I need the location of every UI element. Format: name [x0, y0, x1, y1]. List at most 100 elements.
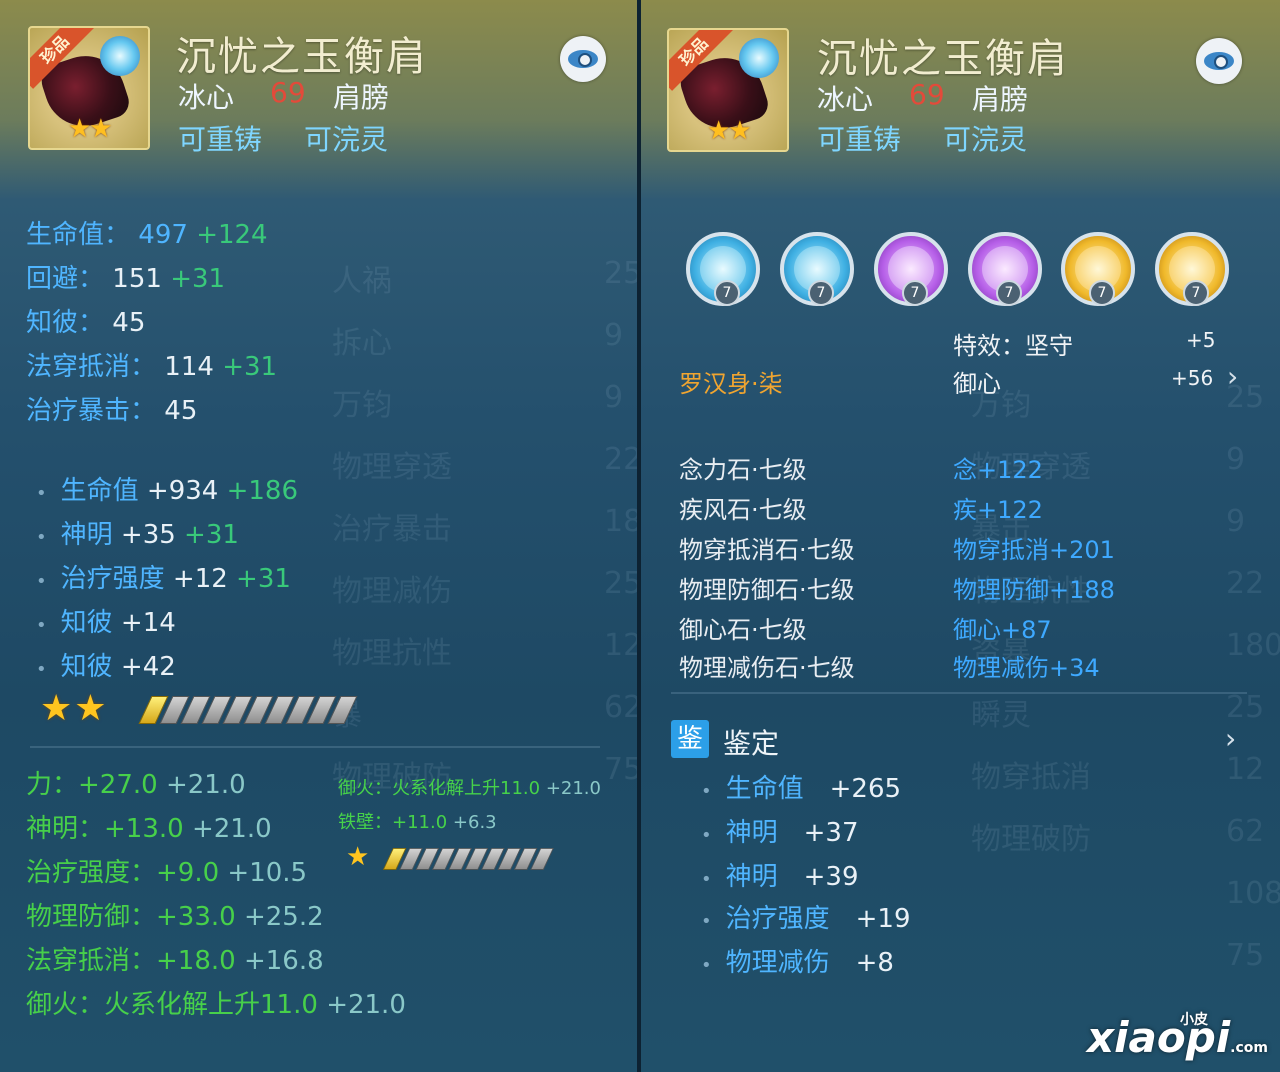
- ghost-text: 瞬灵: [971, 698, 1031, 733]
- overlay-stat-row: 铁壁：+11.0 +6.3: [338, 812, 497, 833]
- tag-recast: 可重铸: [817, 123, 902, 156]
- identify-stat-row: • 神明 +39: [701, 862, 859, 892]
- green-stat-row: 治疗强度：+9.0 +10.5: [26, 858, 308, 888]
- chevron-right-icon[interactable]: ›: [1227, 360, 1238, 393]
- gem-socket[interactable]: 7: [874, 232, 948, 306]
- item-name: 沉忧之玉衡肩: [176, 34, 428, 80]
- gem-socket[interactable]: 7: [968, 232, 1042, 306]
- overlay-stat-row: 御火：火系化解上升11.0 +21.0: [338, 778, 601, 799]
- base-stat-row: 回避： 151 +31: [26, 264, 226, 294]
- stone-effect: 物穿抵消+201: [953, 536, 1115, 564]
- star-icon: ★★: [68, 114, 113, 144]
- stone-name: 物穿抵消石·七级: [679, 536, 855, 564]
- green-stat-row: 神明：+13.0 +21.0: [26, 814, 272, 844]
- ghost-number: 9: [604, 318, 624, 353]
- preview-eye-icon[interactable]: [560, 36, 606, 82]
- ghost-text: 物理穿透: [332, 450, 452, 485]
- green-stat-row: 御火：火系化解上升11.0 +21.0: [26, 990, 406, 1020]
- enhance-stars: ★★: [40, 688, 109, 729]
- effect-label: 特效：坚守: [953, 332, 1073, 360]
- ghost-number: 25: [604, 566, 637, 601]
- ghost-number: 9: [1226, 504, 1246, 539]
- ghost-number: 22: [604, 442, 637, 477]
- overlay-enhance-stars: ★: [346, 842, 370, 872]
- green-stat-row: 力：+27.0 +21.0: [26, 770, 246, 800]
- item-level: 69: [909, 78, 945, 111]
- ghost-number: 12: [604, 628, 637, 663]
- gem-socket[interactable]: 7: [780, 232, 854, 306]
- ghost-number: 9: [1226, 442, 1246, 477]
- effect-value: +5: [1186, 328, 1216, 352]
- green-stat-row: 法穿抵消：+18.0 +16.8: [26, 946, 324, 976]
- base-stat-row: 法穿抵消： 114 +31: [26, 352, 278, 382]
- stone-name: 念力石·七级: [679, 456, 807, 484]
- base-stat-row: 治疗暴击： 45: [26, 396, 198, 426]
- base-stat-row: 生命值： 497 +124: [26, 220, 268, 250]
- ghost-number: 108: [1226, 876, 1280, 911]
- identify-badge: 鉴: [671, 720, 709, 758]
- extra-stat-row: • 知彼 +42: [36, 652, 176, 682]
- ghost-text: 物理破防: [971, 822, 1091, 857]
- extra-stat-row: • 神明 +35 +31: [36, 520, 239, 550]
- overlay-enhance-progress-bar: [382, 848, 554, 870]
- star-icon: ★★: [707, 116, 752, 146]
- ghost-text: 治疗暴击: [332, 512, 452, 547]
- stone-name: 物理防御石·七级: [679, 576, 855, 604]
- ghost-text: 物理减伤: [332, 574, 452, 609]
- identify-stat-row: • 物理减伤 +8: [701, 948, 894, 978]
- extra-stat-row: • 治疗强度 +12 +31: [36, 564, 291, 594]
- effect-value: +56: [1171, 366, 1214, 390]
- tag-infuse: 可浣灵: [943, 123, 1028, 156]
- gem-socket[interactable]: 7: [1155, 232, 1229, 306]
- green-stat-row: 物理防御：+33.0 +25.2: [26, 902, 324, 932]
- stone-effect: 物理防御+188: [953, 576, 1115, 604]
- stone-name: 疾风石·七级: [679, 496, 807, 524]
- base-stat-row: 知彼： 45: [26, 308, 146, 338]
- divider: [671, 692, 1247, 694]
- gem-socket[interactable]: 7: [686, 232, 760, 306]
- stone-effect: 疾+122: [953, 496, 1043, 524]
- ghost-text: 万钧: [332, 388, 392, 423]
- stone-effect: 念+122: [953, 456, 1043, 484]
- stone-name: 物理减伤石·七级: [679, 654, 855, 682]
- ghost-number: 75: [604, 752, 637, 787]
- preview-eye-icon[interactable]: [1196, 38, 1242, 84]
- ghost-text: 人祸: [332, 264, 392, 299]
- divider: [30, 746, 600, 748]
- item-tooltip-right: 万钧 物理穿透 暴击 物理抗性 资暴 瞬灵 物穿抵消 物理破防 25 9 9 22 180 25 12 62 1…: [641, 0, 1280, 1072]
- extra-stat-row: • 知彼 +14: [36, 608, 176, 638]
- ghost-number: 9: [604, 380, 624, 415]
- gem-socket[interactable]: 7: [1061, 232, 1135, 306]
- tag-recast: 可重铸: [178, 123, 263, 156]
- ghost-number: 75: [1226, 938, 1265, 973]
- stone-name: 御心石·七级: [679, 616, 807, 644]
- ghost-number: 25: [1226, 690, 1265, 725]
- identify-stat-row: • 神明 +37: [701, 818, 859, 848]
- tag-infuse: 可浣灵: [304, 123, 389, 156]
- ghost-text: 拆心: [332, 326, 392, 361]
- set-name: 罗汉身·柒: [679, 370, 783, 398]
- ghost-number: 12: [1226, 752, 1265, 787]
- identify-stat-row: • 生命值 +265: [701, 774, 902, 804]
- ghost-number: 62: [1226, 814, 1265, 849]
- item-slot: 肩膀: [333, 81, 390, 114]
- item-school: 冰心: [817, 83, 874, 116]
- ghost-text: 物理抗性: [332, 636, 452, 671]
- chevron-right-icon[interactable]: ›: [1225, 722, 1236, 755]
- identify-title: 鉴定: [723, 727, 780, 760]
- jade-orb-icon: [100, 36, 140, 76]
- ghost-text: 物穿抵消: [971, 760, 1091, 795]
- extra-stat-row: • 生命值 +934 +186: [36, 476, 299, 506]
- item-level: 69: [270, 76, 306, 109]
- item-slot: 肩膀: [972, 83, 1029, 116]
- item-icon: 珍品 ★★: [28, 26, 150, 150]
- item-school: 冰心: [178, 81, 235, 114]
- enhance-progress-bar: [138, 696, 358, 724]
- ghost-number: 180: [604, 504, 637, 539]
- ghost-number: 22: [1226, 566, 1265, 601]
- stone-effect: 御心+87: [953, 616, 1052, 644]
- site-watermark: 小皮 xiaopi.com: [1087, 1012, 1268, 1062]
- jade-orb-icon: [739, 38, 779, 78]
- identify-stat-row: • 治疗强度 +19: [701, 904, 911, 934]
- ghost-number: 180: [1226, 628, 1280, 663]
